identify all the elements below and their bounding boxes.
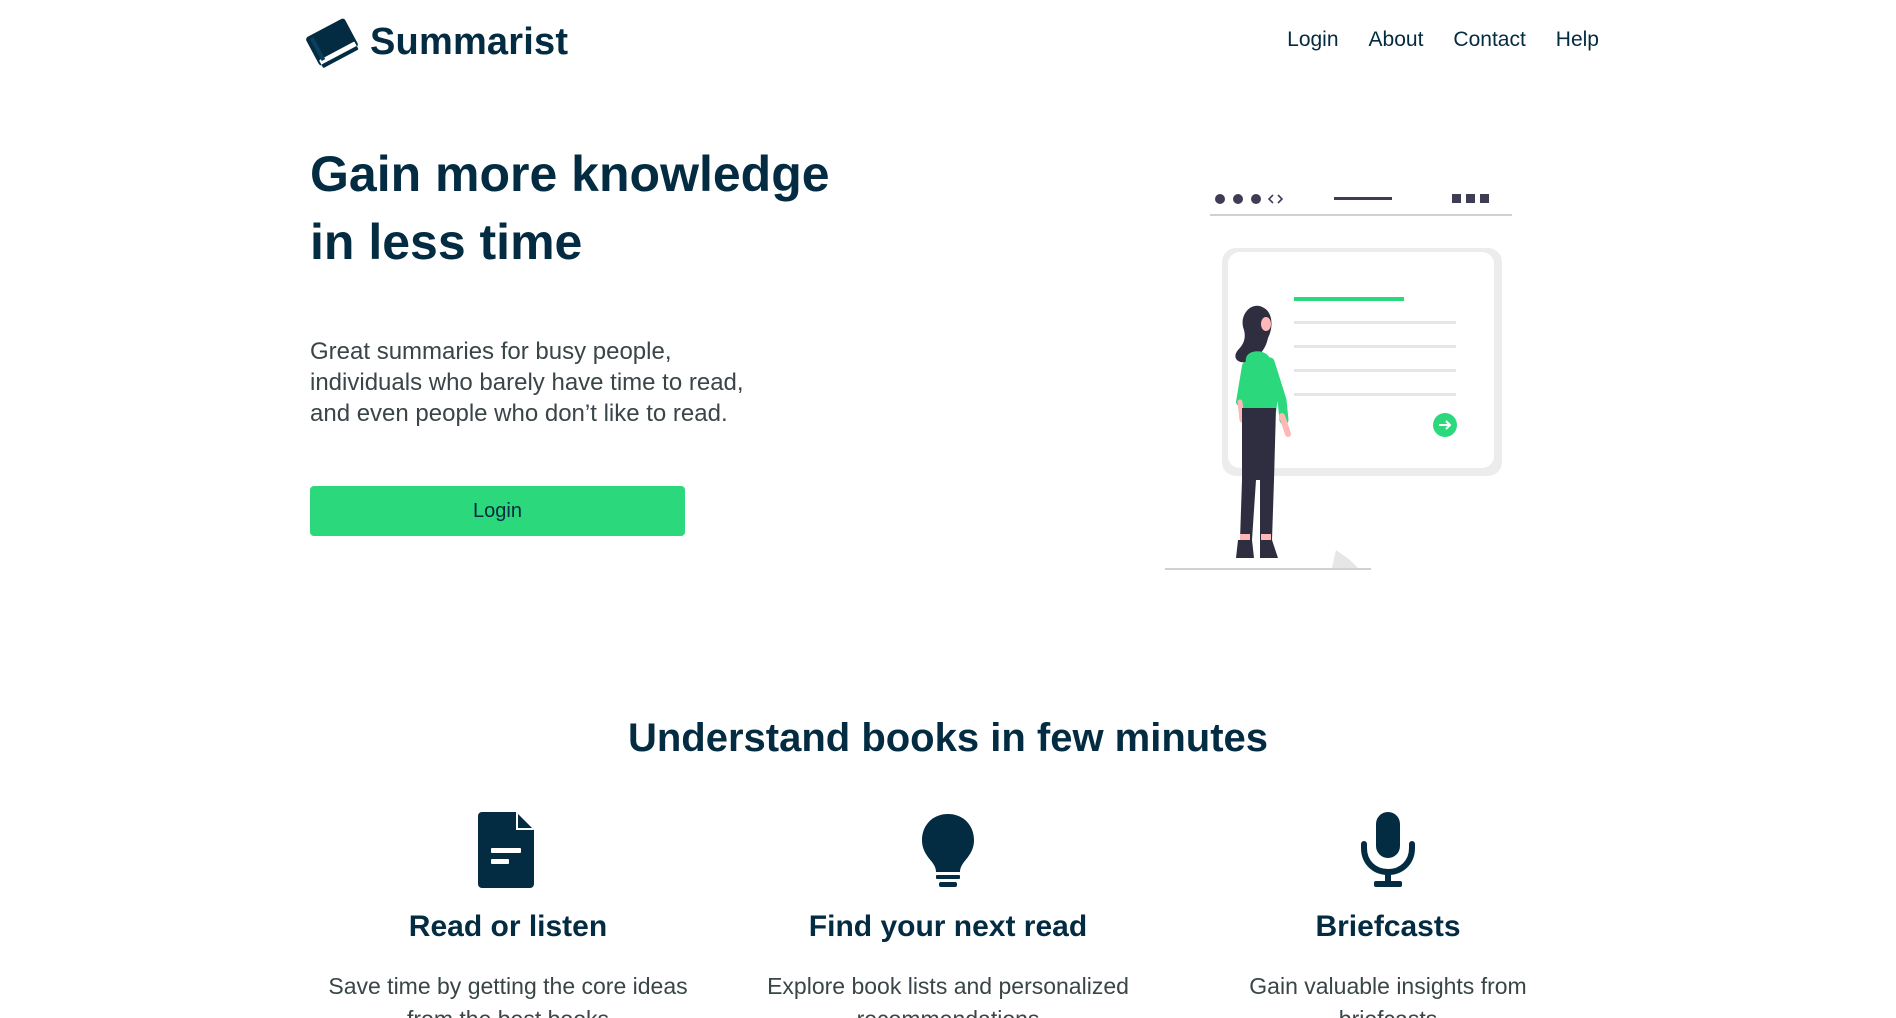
- microphone-icon: [1361, 812, 1415, 887]
- nav-about-link[interactable]: About: [1369, 28, 1424, 52]
- feature-find-your-next-read: Find your next read Explore book lists a…: [738, 812, 1158, 1018]
- feature-description: Save time by getting the core ideas from…: [328, 973, 688, 1018]
- feature-title: Find your next read: [808, 910, 1088, 943]
- document-icon: [478, 812, 534, 888]
- feature-description: Explore book lists and personalized reco…: [767, 973, 1129, 1018]
- feature-title: Read or listen: [408, 910, 608, 943]
- nav-login-link[interactable]: Login: [1287, 28, 1338, 52]
- feature-briefcasts: Briefcasts Gain valuable insights from b…: [1178, 812, 1598, 1018]
- feature-description: Gain valuable insights from briefcasts: [1249, 973, 1527, 1018]
- hero-title-line-1: Gain more knowledge: [310, 146, 830, 202]
- woman-reading-screen-illustration: [1165, 194, 1512, 570]
- browser-toolbar-graphic: [1210, 194, 1512, 216]
- landing-page: Summarist Login About Contact Help Gain …: [0, 0, 1896, 1018]
- hero-subtitle: Great summaries for busy people, individ…: [310, 336, 830, 429]
- hero-subtitle-line-1: Great summaries for busy people,: [310, 338, 672, 365]
- nav-links: Login About Contact Help: [1287, 28, 1599, 52]
- book-icon: [306, 18, 359, 68]
- brand-name: Summarist: [370, 20, 569, 63]
- nav-help-link[interactable]: Help: [1556, 28, 1599, 52]
- feature-title: Briefcasts: [1315, 910, 1461, 943]
- feature-read-or-listen: Read or listen Save time by getting the …: [298, 812, 718, 1018]
- hero-subtitle-line-3: and even people who don’t like to read.: [310, 400, 728, 427]
- lightbulb-icon: [922, 814, 974, 887]
- hero-login-button[interactable]: Login: [310, 486, 685, 536]
- hero-subtitle-line-2: individuals who barely have time to read…: [310, 369, 744, 396]
- features-title: Understand books in few minutes: [627, 716, 1269, 760]
- top-nav: Summarist Login About Contact Help: [0, 0, 1896, 90]
- hero-title-line-2: in less time: [310, 214, 583, 270]
- brand-logo[interactable]: Summarist: [300, 12, 568, 72]
- nav-contact-link[interactable]: Contact: [1453, 28, 1525, 52]
- hero-title: Gain more knowledge in less time: [310, 140, 930, 276]
